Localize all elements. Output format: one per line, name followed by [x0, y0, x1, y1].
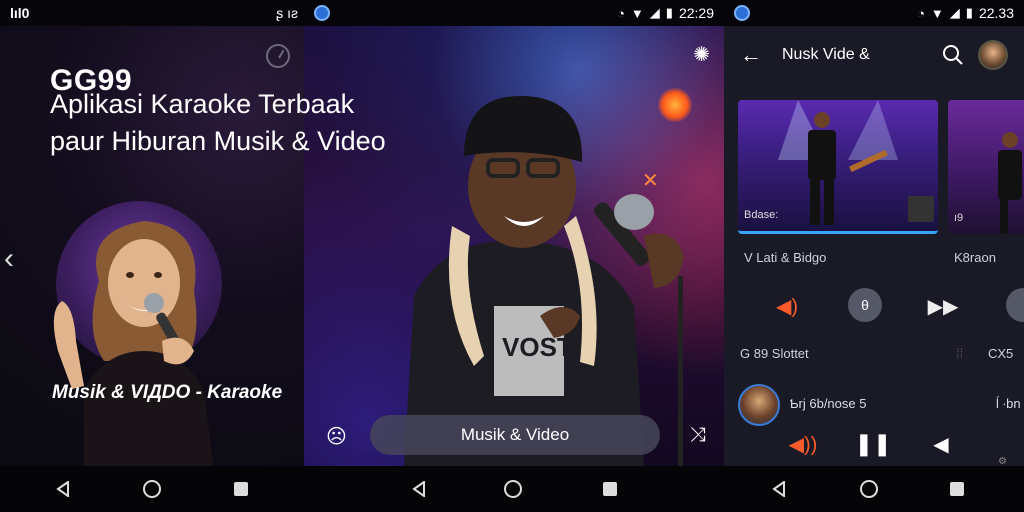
promo-headline: Aplikasi Karaoke Terbaak paur Hiburan Mu… — [50, 86, 470, 160]
player-panel-right: ← Nusk Vide & Bdase: ı9 V Lati & Bidgo K… — [724, 26, 1024, 466]
wifi-icon: ◔ — [917, 5, 925, 21]
category-row: V Lati & Bidgo K8raon — [744, 250, 1024, 265]
now-playing-row[interactable]: Ƅrj 6b/nose 5 ĺ ∙bn — [738, 384, 1024, 428]
skip-forward-icon[interactable]: ▶▶ — [928, 288, 959, 324]
chevron-left-icon[interactable]: ‹ — [4, 242, 14, 276]
track-title: Ƅrj 6b/nose 5 — [790, 396, 867, 411]
stat-separator: ⁞⁞ — [956, 346, 964, 361]
timer-icon[interactable] — [266, 44, 290, 68]
stat-label-right: CX5 — [988, 346, 1014, 361]
search-icon[interactable] — [942, 44, 964, 66]
video-thumbnail[interactable]: ı9 — [948, 100, 1024, 234]
headline-line-1: Aplikasi Karaoke Terbaak — [50, 89, 355, 119]
app-badge-icon — [314, 5, 330, 21]
settings-icon[interactable]: ⚙ — [998, 456, 1007, 466]
volume-icon[interactable]: ◀) — [772, 288, 802, 324]
svg-text:VOST: VOST — [502, 332, 573, 362]
signal-badge: lıl0 — [10, 5, 30, 21]
nav-back-icon[interactable] — [412, 481, 426, 497]
system-nav-bar — [0, 466, 1024, 512]
cell-signal-icon: ◢ — [649, 5, 660, 20]
app-badge-icon — [734, 5, 750, 21]
sound-wave-icon[interactable]: ◀)) — [788, 426, 818, 462]
clock-time: 22:29 — [678, 5, 714, 21]
status-bar-right: ◔ ▼ ◢ ▮ 22.33 — [724, 0, 1024, 26]
thumbnail-label: Bdase: — [744, 209, 779, 221]
track-meta: ĺ ∙bn — [996, 396, 1021, 411]
speaker-icon[interactable]: ◀ — [928, 426, 954, 462]
track-avatar — [738, 384, 780, 426]
emoji-icon[interactable]: ☹ — [326, 424, 347, 449]
category-label-left[interactable]: V Lati & Bidgo — [744, 250, 826, 265]
nav-recents-icon[interactable] — [234, 482, 248, 496]
status-icons: ʂ ıƨ — [276, 5, 298, 21]
singer-illustration — [53, 221, 214, 466]
nav-home-icon[interactable] — [504, 480, 522, 498]
back-arrow-icon[interactable]: ← — [740, 42, 762, 68]
video-thumbnail[interactable]: Bdase: — [738, 100, 938, 234]
more-button[interactable] — [1006, 288, 1024, 322]
stat-label-left: G 89 Slottet — [740, 346, 809, 361]
clock-time: 22.33 — [978, 5, 1014, 21]
category-pill-button[interactable]: Musik & Video — [370, 415, 660, 455]
page-title: Nusk Vide & — [782, 46, 870, 63]
status-bar-left: lıl0 ʂ ıƨ — [0, 0, 304, 26]
nav-back-icon[interactable] — [56, 481, 70, 497]
thumbnail-label: ı9 — [954, 212, 964, 224]
nav-home-icon[interactable] — [143, 480, 161, 498]
battery-icon: ▮ — [665, 5, 673, 20]
status-bar-middle: ◔ ▼ ◢ ▮ 22:29 — [304, 0, 724, 26]
shuffle-icon[interactable]: ⤨ — [690, 424, 706, 447]
pill-label: Musik & Video — [460, 425, 570, 444]
battery-icon: ▮ — [965, 5, 973, 20]
avatar[interactable] — [978, 40, 1008, 70]
record-button[interactable]: θ — [848, 288, 882, 322]
nav-home-icon[interactable] — [860, 480, 878, 498]
headline-line-2: paur Hiburan Musik & Video — [50, 126, 386, 156]
cell-signal-icon: ◢ — [949, 5, 960, 20]
stats-row: G 89 Slottet ⁞⁞ CX5 — [740, 346, 1024, 361]
nav-recents-icon[interactable] — [603, 482, 617, 496]
playback-controls-bottom: ◀)) ❚❚ ◀ — [724, 426, 1024, 466]
pause-icon[interactable]: ❚❚ — [855, 426, 892, 462]
nav-back-icon[interactable] — [772, 481, 786, 497]
category-label-right[interactable]: K8raon — [954, 250, 996, 265]
wifi-strength-icon: ▼ — [930, 5, 944, 21]
loading-icon[interactable]: ✺ — [693, 42, 710, 67]
playback-controls-top: ◀) θ ▶▶ — [724, 288, 1024, 328]
promo-caption: Musik & VIДDO - Karaoke — [52, 382, 283, 403]
nav-recents-icon[interactable] — [950, 482, 964, 496]
wifi-strength-icon: ▼ — [630, 5, 644, 21]
app-header: ← Nusk Vide & — [724, 26, 1024, 84]
wifi-icon: ◔ — [617, 5, 625, 21]
